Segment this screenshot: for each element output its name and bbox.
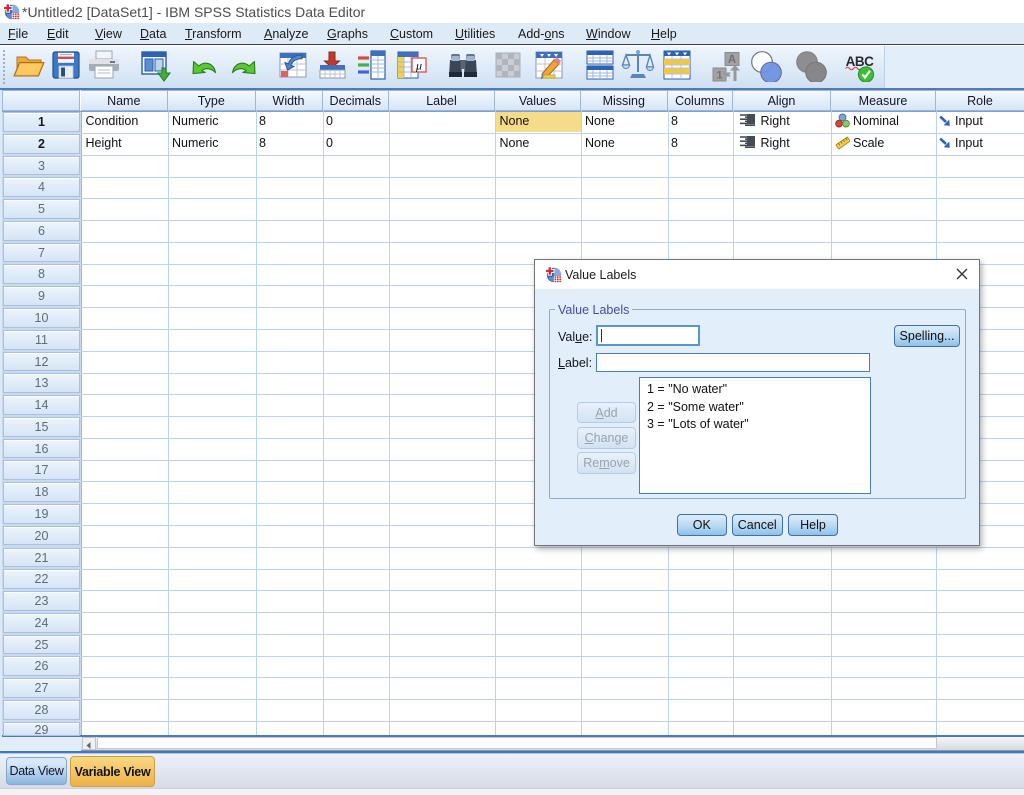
svg-text:1: 1 xyxy=(716,70,722,82)
svg-text:A: A xyxy=(728,54,736,66)
svg-text:μ: μ xyxy=(415,59,422,73)
svg-text:ABC: ABC xyxy=(846,54,874,69)
